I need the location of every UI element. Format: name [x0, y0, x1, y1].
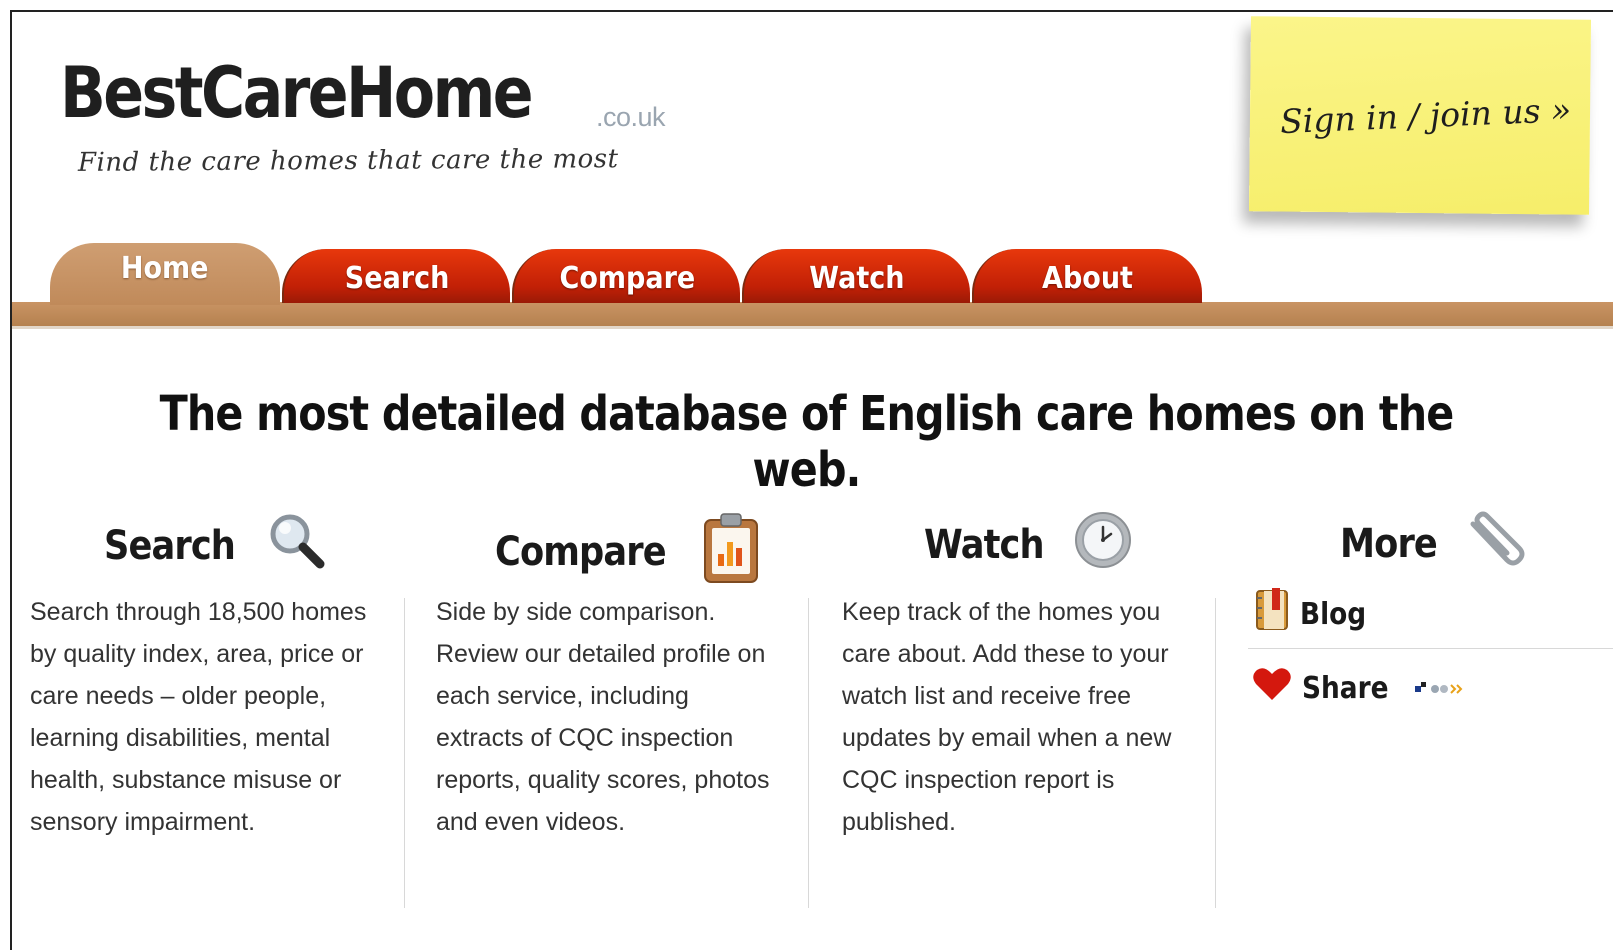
logo-domain: .co.uk: [596, 102, 666, 132]
notebook-icon: [1252, 588, 1290, 640]
tab-about[interactable]: About: [972, 249, 1202, 303]
feature-search-heading[interactable]: Search: [104, 510, 328, 582]
feature-compare-text: Side by side comparison. Review our deta…: [436, 598, 770, 836]
feature-title: Watch: [924, 522, 1045, 568]
heart-icon: [1252, 666, 1292, 710]
tab-label: Compare: [559, 261, 695, 296]
headline: The most detailed database of English ca…: [159, 386, 1455, 498]
column-divider: [404, 598, 405, 908]
feature-compare-heading[interactable]: Compare: [495, 510, 760, 594]
tagline: Find the care homes that care the most: [77, 144, 619, 178]
feature-search-text: Search through 18,500 homes by quality i…: [30, 598, 367, 836]
blog-link[interactable]: Blog: [1252, 588, 1376, 640]
feature-watch-heading[interactable]: Watch: [924, 510, 1133, 580]
paperclip-icon: [1463, 510, 1527, 578]
feature-title: More: [1340, 521, 1438, 567]
main-nav: Home Search Compare Watch About: [12, 240, 1613, 330]
feature-more-heading: More: [1340, 510, 1527, 578]
feature-title: Search: [104, 523, 236, 569]
nav-bar: [12, 302, 1613, 329]
feature-watch-text: Keep track of the homes you care about. …: [842, 598, 1172, 836]
tab-watch[interactable]: Watch: [742, 249, 970, 303]
tab-label: Search: [344, 261, 450, 296]
share-services-icon: [1411, 671, 1465, 706]
tab-home[interactable]: Home: [50, 243, 280, 305]
magnifier-icon: [266, 510, 328, 582]
column-divider: [1215, 598, 1216, 908]
logo-wordmark: BestCareHome: [60, 52, 534, 134]
clipboard-chart-icon: [702, 510, 760, 594]
tab-compare[interactable]: Compare: [512, 249, 740, 303]
clock-icon: [1073, 510, 1133, 580]
column-divider: [808, 598, 809, 908]
more-divider: [1248, 648, 1613, 649]
signin-sticky-note[interactable]: Sign in / join us »: [1248, 16, 1592, 215]
share-link[interactable]: Share: [1252, 666, 1465, 710]
tab-label: Home: [121, 251, 209, 286]
tab-search[interactable]: Search: [282, 249, 510, 303]
blog-label: Blog: [1300, 596, 1367, 632]
site-logo[interactable]: BestCareHome .co.uk: [60, 52, 666, 134]
tab-label: About: [1042, 261, 1134, 296]
share-label: Share: [1302, 670, 1390, 706]
signin-link[interactable]: Sign in / join us »: [1279, 90, 1572, 141]
tab-label: Watch: [809, 261, 905, 296]
feature-title: Compare: [495, 529, 667, 575]
